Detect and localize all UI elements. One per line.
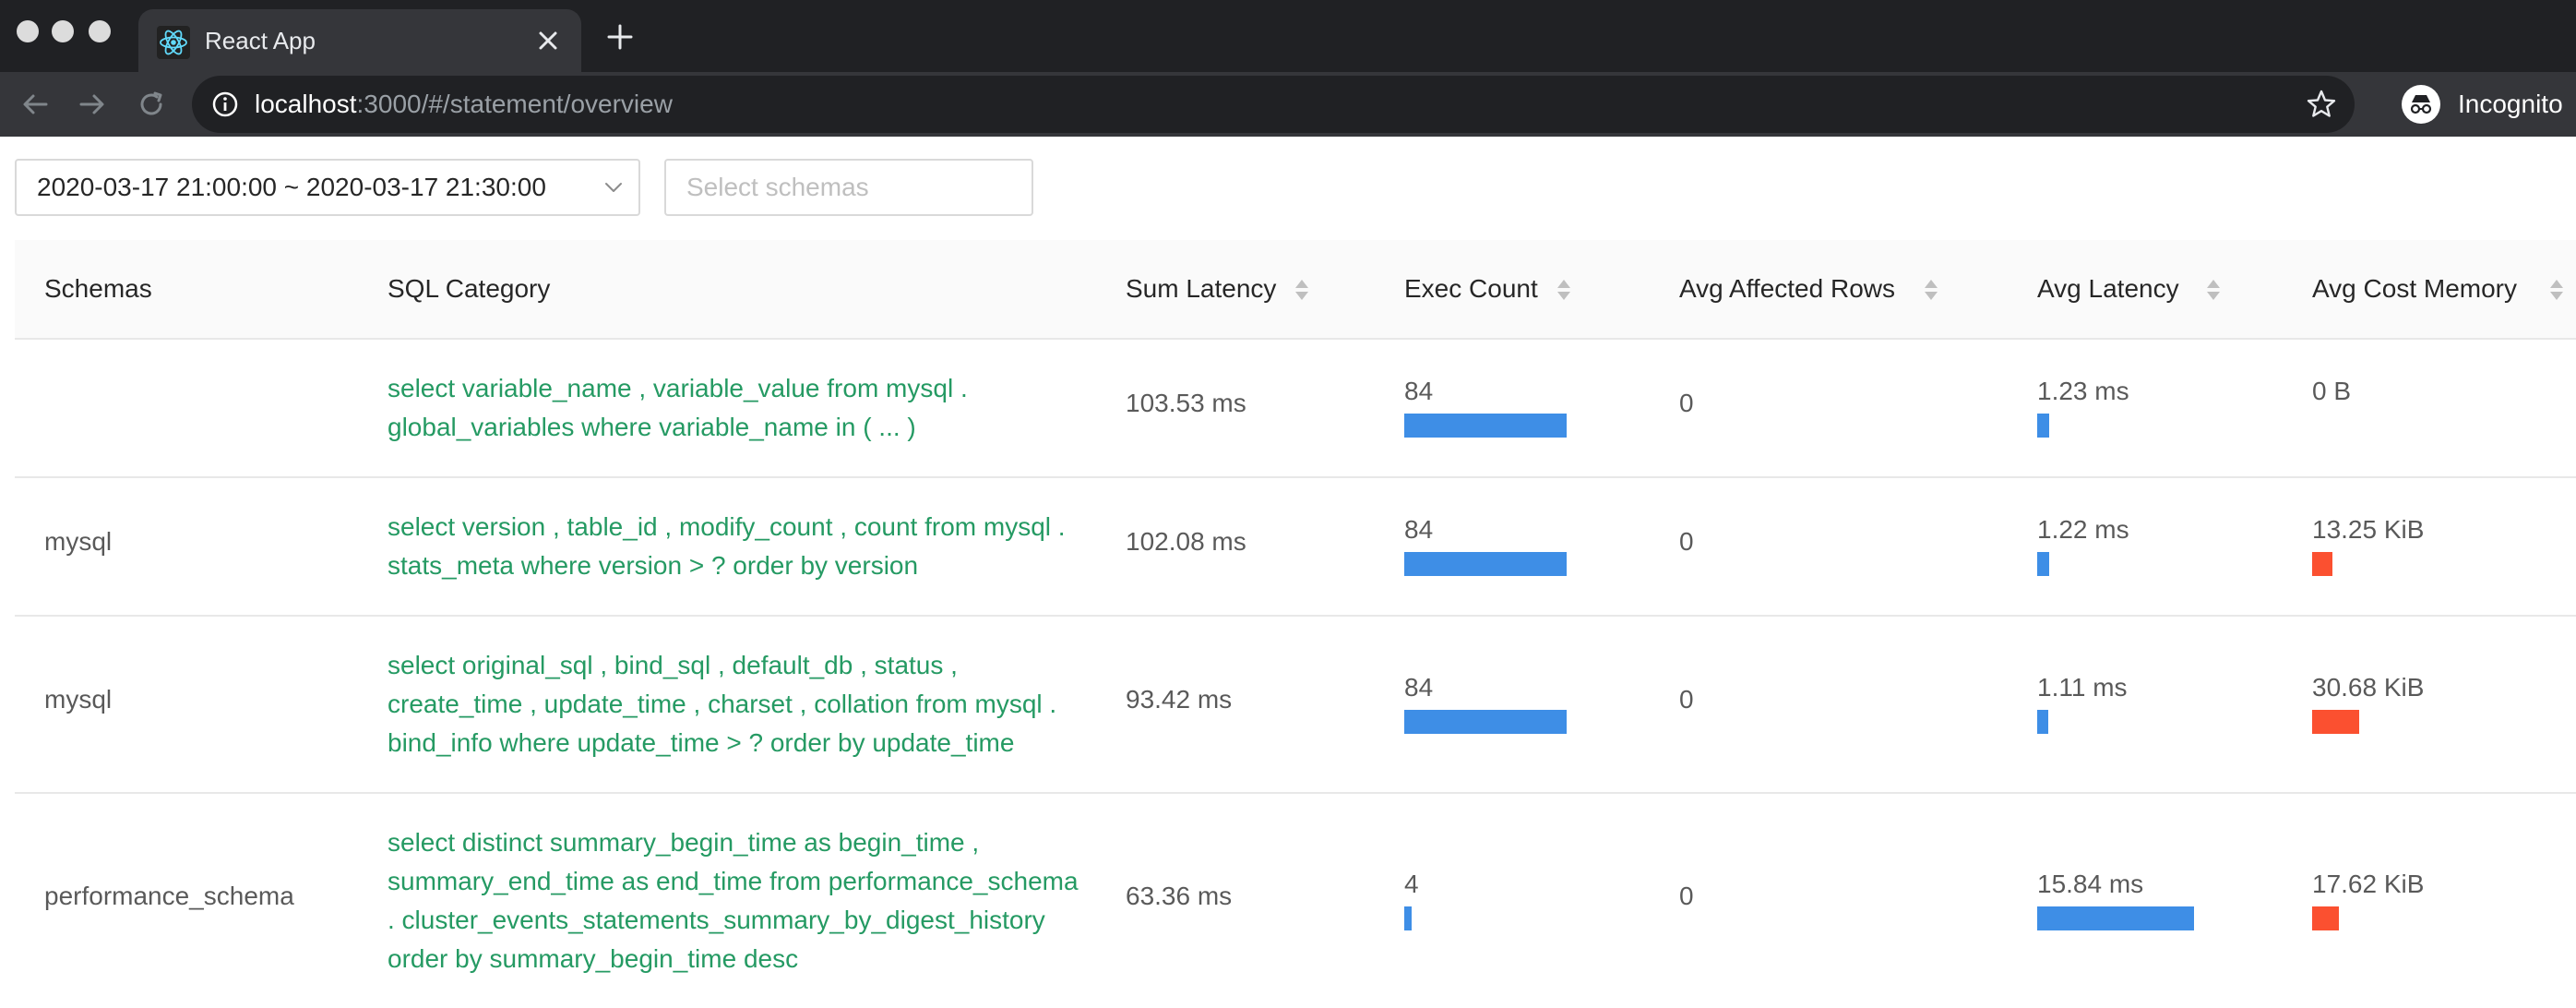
url-text: localhost:3000/#/statement/overview xyxy=(255,76,673,133)
exec-count-cell: 84 xyxy=(1404,673,1434,702)
sort-icon[interactable] xyxy=(2205,278,2222,302)
url-host: localhost xyxy=(255,90,357,118)
bookmark-star-icon[interactable] xyxy=(2305,88,2338,121)
new-tab-icon[interactable] xyxy=(600,17,640,57)
avg-cost-memory-cell: 17.62 KiB xyxy=(2312,870,2425,898)
close-window-button[interactable] xyxy=(17,20,39,42)
sql-line: bind_info where update_time > ? order by… xyxy=(388,728,1015,757)
schemas-select-placeholder: Select schemas xyxy=(686,173,869,201)
sql-category-link[interactable]: select version , table_id , modify_count… xyxy=(388,508,1089,585)
sql-line: . cluster_events_statements_summary_by_d… xyxy=(388,906,1045,934)
reload-icon[interactable] xyxy=(131,84,172,125)
avg-latency-cell: 1.23 ms xyxy=(2037,377,2129,405)
sql-category-link[interactable]: select distinct summary_begin_time as be… xyxy=(388,823,1089,978)
exec-count-cell: 84 xyxy=(1404,515,1434,544)
avg-cost-memory-bar xyxy=(2312,552,2332,576)
avg-cost-memory-cell: 0 B xyxy=(2312,377,2352,405)
column-header-schemas: Schemas xyxy=(44,274,152,303)
sql-line: create_time , update_time , charset , co… xyxy=(388,690,1057,718)
avg-affected-rows-cell: 0 xyxy=(1679,527,1694,556)
url-path: :3000/#/statement/overview xyxy=(356,90,673,118)
exec-count-bar xyxy=(1404,552,1567,576)
table-row[interactable]: select variable_name , variable_value fr… xyxy=(15,340,2576,478)
table-row[interactable]: mysql select version , table_id , modify… xyxy=(15,478,2576,617)
column-header-sum-latency[interactable]: Sum Latency xyxy=(1126,240,1276,338)
tab-title: React App xyxy=(205,27,316,54)
avg-cost-memory-bar xyxy=(2312,906,2339,930)
address-bar[interactable]: localhost:3000/#/statement/overview xyxy=(192,76,2355,133)
close-tab-icon[interactable] xyxy=(528,20,568,61)
table-header: Schemas SQL Category Sum Latency Exec Co… xyxy=(15,240,2576,340)
sql-category-link[interactable]: select variable_name , variable_value fr… xyxy=(388,369,1089,447)
column-header-exec-count[interactable]: Exec Count xyxy=(1404,240,1538,338)
exec-count-bar xyxy=(1404,906,1412,930)
sum-latency-cell: 93.42 ms xyxy=(1126,685,1233,714)
exec-count-bar xyxy=(1404,710,1567,734)
avg-affected-rows-cell: 0 xyxy=(1679,685,1694,714)
schema-cell: mysql xyxy=(44,685,113,714)
sort-icon[interactable] xyxy=(2548,278,2565,302)
sort-icon[interactable] xyxy=(1556,278,1572,302)
column-header-avg-latency[interactable]: Avg Latency xyxy=(2037,240,2179,338)
sql-line: select version , table_id , modify_count… xyxy=(388,512,1066,541)
incognito-label: Incognito xyxy=(2458,90,2563,118)
schemas-select[interactable]: Select schemas xyxy=(664,159,1033,216)
exec-count-cell: 4 xyxy=(1404,870,1419,898)
avg-latency-bar xyxy=(2037,552,2049,576)
browser-tab[interactable]: React App xyxy=(138,9,581,72)
table-row[interactable]: performance_schema select distinct summa… xyxy=(15,794,2576,1008)
time-range-value: 2020-03-17 21:00:00 ~ 2020-03-17 21:30:0… xyxy=(37,173,546,201)
schema-cell: mysql xyxy=(44,527,113,556)
avg-latency-bar xyxy=(2037,710,2048,734)
avg-cost-memory-cell: 30.68 KiB xyxy=(2312,673,2425,702)
info-icon[interactable] xyxy=(210,90,240,119)
back-arrow-icon[interactable] xyxy=(15,84,55,125)
sql-line: select distinct summary_begin_time as be… xyxy=(388,828,980,857)
column-header-avg-cost-memory[interactable]: Avg Cost Memory xyxy=(2312,240,2517,338)
statements-table: Schemas SQL Category Sum Latency Exec Co… xyxy=(15,240,2576,1008)
react-logo-icon xyxy=(157,26,190,59)
sum-latency-cell: 103.53 ms xyxy=(1126,389,1246,417)
chevron-down-icon xyxy=(605,183,622,192)
column-header-avg-affected-rows[interactable]: Avg Affected Rows xyxy=(1679,240,1895,338)
browser-toolbar: localhost:3000/#/statement/overview Inco… xyxy=(0,72,2576,137)
sql-line: select original_sql , bind_sql , default… xyxy=(388,651,958,679)
maximize-window-button[interactable] xyxy=(89,20,111,42)
exec-count-cell: 84 xyxy=(1404,377,1434,405)
avg-latency-cell: 1.22 ms xyxy=(2037,515,2129,544)
column-header-sql-category: SQL Category xyxy=(388,274,551,303)
avg-latency-bar xyxy=(2037,906,2194,930)
avg-latency-bar xyxy=(2037,414,2049,438)
sql-line: stats_meta where version > ? order by ve… xyxy=(388,551,919,580)
incognito-icon[interactable] xyxy=(2401,84,2441,125)
sql-line: global_variables where variable_name in … xyxy=(388,413,916,441)
table-row[interactable]: mysql select original_sql , bind_sql , d… xyxy=(15,617,2576,794)
avg-affected-rows-cell: 0 xyxy=(1679,389,1694,417)
schema-cell: performance_schema xyxy=(44,882,294,910)
sql-line: order by summary_begin_time desc xyxy=(388,944,799,973)
minimize-window-button[interactable] xyxy=(52,20,74,42)
avg-latency-cell: 15.84 ms xyxy=(2037,870,2144,898)
sql-line: select variable_name , variable_value fr… xyxy=(388,374,968,402)
sort-icon[interactable] xyxy=(1923,278,1939,302)
sql-line: summary_end_time as end_time from perfor… xyxy=(388,867,1079,895)
browser-titlebar: React App xyxy=(0,0,2576,72)
forward-arrow-icon[interactable] xyxy=(72,84,113,125)
avg-affected-rows-cell: 0 xyxy=(1679,882,1694,910)
avg-cost-memory-bar xyxy=(2312,710,2359,734)
sum-latency-cell: 102.08 ms xyxy=(1126,527,1246,556)
exec-count-bar xyxy=(1404,414,1567,438)
avg-latency-cell: 1.11 ms xyxy=(2037,673,2128,702)
sort-icon[interactable] xyxy=(1294,278,1310,302)
avg-cost-memory-cell: 13.25 KiB xyxy=(2312,515,2425,544)
sum-latency-cell: 63.36 ms xyxy=(1126,882,1233,910)
sql-category-link[interactable]: select original_sql , bind_sql , default… xyxy=(388,646,1089,762)
time-range-picker[interactable]: 2020-03-17 21:00:00 ~ 2020-03-17 21:30:0… xyxy=(15,159,640,216)
